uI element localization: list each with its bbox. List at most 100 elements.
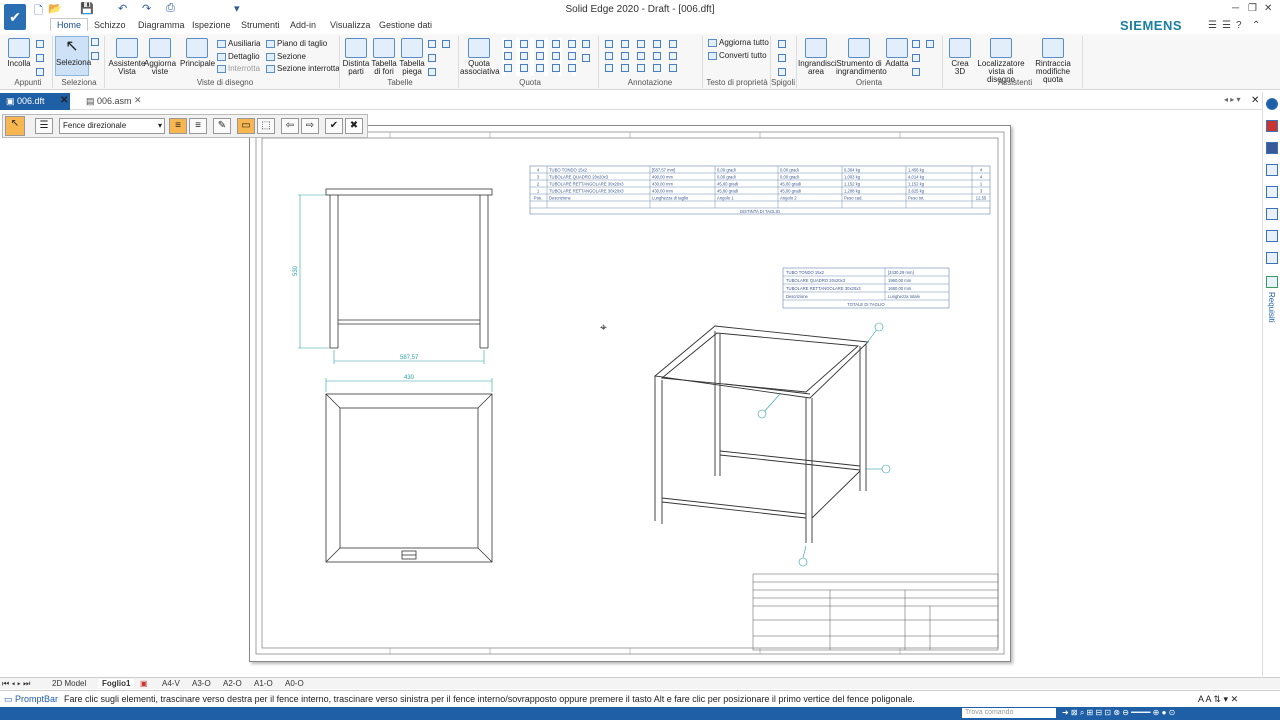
youtube-icon[interactable] [1266, 120, 1278, 132]
close-tab-icon[interactable]: ✕ [134, 95, 142, 106]
accept-icon[interactable]: ✔ [325, 118, 343, 134]
aggiorna-viste-button[interactable]: Aggiorna viste [144, 38, 176, 76]
redo-icon[interactable]: ↷ [142, 2, 151, 15]
requirements-icon[interactable] [1266, 276, 1278, 288]
view-tool-icon-3[interactable] [912, 54, 920, 62]
fence-option-3-icon[interactable]: ✎ [213, 118, 231, 134]
fence-option-2-icon[interactable]: ≡ [189, 118, 207, 134]
sheet-tab-a4-v[interactable]: A4-V [162, 679, 180, 688]
format-painter-icon[interactable] [36, 68, 44, 76]
close-document-icon[interactable]: ✕ [1251, 95, 1259, 106]
help-circle-icon[interactable] [1266, 98, 1278, 110]
polygon-select-icon[interactable]: ⬚ [257, 118, 275, 134]
drawing-sheet[interactable]: 530 587,57 430 4 TUBO TONDO 15x2 [587,57… [249, 125, 1011, 662]
undo-icon[interactable]: ↶ [118, 2, 127, 15]
table-tool-icon[interactable] [428, 40, 436, 48]
copy-icon[interactable] [36, 54, 44, 62]
aggiorna-tutto-button[interactable]: Aggiorna tutto [708, 38, 769, 47]
new-sheet-icon[interactable]: ▣ [140, 679, 148, 688]
principale-button[interactable]: Principale [180, 38, 215, 68]
quota-associativa-button[interactable]: Quota associativa [460, 38, 500, 76]
annotation-tools-grid[interactable] [603, 38, 685, 76]
paste-button[interactable]: Incolla [4, 38, 34, 68]
tabella-piega-button[interactable]: Tabella piega [398, 38, 426, 76]
panel-icon-3[interactable] [1266, 208, 1278, 220]
fence-option-1-icon[interactable]: ≡ [169, 118, 187, 134]
tab-strumenti[interactable]: Strumenti [241, 20, 280, 30]
tab-scroll-icon[interactable]: ◂ ▸ ▾ [1224, 95, 1241, 104]
tabella-fori-button[interactable]: Tabella di fori [370, 38, 398, 76]
piano-taglio-button[interactable]: Piano di taglio [266, 39, 327, 48]
tab-add-in[interactable]: Add-in [290, 20, 316, 30]
sezione-interrotta-button[interactable]: Sezione interrotta [266, 64, 340, 73]
cut-icon[interactable] [36, 40, 44, 48]
sheet-tab-a3-o[interactable]: A3-O [192, 679, 211, 688]
tab-ispezione[interactable]: Ispezione [192, 20, 231, 30]
panel-icon-2[interactable] [1266, 186, 1278, 198]
edge-tool-icon[interactable] [778, 40, 786, 48]
tab-visualizza[interactable]: Visualizza [330, 20, 370, 30]
edge-tool-icon-2[interactable] [778, 54, 786, 62]
ingrandisci-area-button[interactable]: Ingrandisci area [798, 38, 837, 76]
assistente-vista-button[interactable]: Assistente Vista [108, 38, 146, 76]
tab-diagramma[interactable]: Diagramma [138, 20, 185, 30]
facebook-icon[interactable] [1266, 142, 1278, 154]
sheet-tab-a1-o[interactable]: A1-O [254, 679, 273, 688]
forward-arrow-icon[interactable]: ⇨ [301, 118, 319, 134]
close-window-button[interactable]: ✕ [1264, 3, 1272, 14]
ribbon-collapse-icon[interactable]: ⌃ [1252, 20, 1260, 31]
restore-button[interactable]: ❐ [1248, 3, 1257, 14]
table-tool-icon-2[interactable] [442, 40, 450, 48]
open-icon[interactable]: 📂 [48, 2, 62, 15]
tab-gestione-dati[interactable]: Gestione dati [379, 20, 432, 30]
panel-icon[interactable]: ☰ [1222, 20, 1231, 31]
customize-qat-icon[interactable]: ▾ [234, 2, 240, 15]
requirements-label[interactable]: Requisiti [1267, 292, 1276, 323]
panel-icon-5[interactable] [1266, 252, 1278, 264]
dimension-tool-icon-2[interactable] [582, 54, 590, 62]
command-search-input[interactable]: Trova comando [962, 708, 1056, 718]
promptbar-controls-icon[interactable]: A A ⇅ ▾ ✕ [1198, 694, 1238, 705]
interrotta-button[interactable]: Interrotta [217, 64, 260, 73]
doc-tab-006-asm[interactable]: ▤ 006.asm [80, 93, 140, 110]
fence-dropdown[interactable]: Fence direzionale ▾ [59, 118, 165, 134]
adatta-button[interactable]: Adatta [884, 38, 910, 68]
options-icon[interactable]: ☰ [35, 118, 53, 134]
table-tool-icon-4[interactable] [428, 68, 436, 76]
save-icon[interactable]: 💾 [80, 2, 94, 15]
view-tool-icon[interactable] [912, 40, 920, 48]
close-tab-icon[interactable]: ✕ [60, 95, 68, 106]
sheet-tab-2d-model[interactable]: 2D Model [52, 679, 86, 688]
view-tool-icon-4[interactable] [912, 68, 920, 76]
rectangle-select-icon[interactable]: ▭ [237, 118, 255, 134]
help-icon[interactable]: ? [1236, 20, 1242, 31]
select-option-icon-2[interactable] [91, 52, 99, 60]
view-tool-icon-2[interactable] [926, 40, 934, 48]
distinta-parti-button[interactable]: Distinta parti [342, 38, 370, 76]
edge-tool-icon-3[interactable] [778, 68, 786, 76]
tab-schizzo[interactable]: Schizzo [94, 20, 126, 30]
minimize-button[interactable]: ─ [1232, 3, 1239, 14]
sheet-nav-icons[interactable]: ⏮ ◂ ▸ ⏭ [2, 679, 30, 689]
print-icon[interactable]: ⎙ [166, 2, 175, 15]
tab-home[interactable]: Home [50, 18, 89, 31]
select-button[interactable]: ↖ Seleziona [55, 36, 91, 76]
sezione-button[interactable]: Sezione [266, 52, 306, 61]
select-tool-icon[interactable]: ↖ [5, 116, 25, 136]
converti-tutto-button[interactable]: Converti tutto [708, 51, 767, 60]
panel-icon-1[interactable] [1266, 164, 1278, 176]
dimension-tool-icon[interactable] [582, 40, 590, 48]
sheet-tab-foglio1[interactable]: Foglio1 [98, 679, 135, 688]
panel-icon-4[interactable] [1266, 230, 1278, 242]
layout-icon[interactable]: ☰ [1208, 20, 1217, 31]
back-arrow-icon[interactable]: ⇦ [281, 118, 299, 134]
table-tool-icon-3[interactable] [428, 54, 436, 62]
dettaglio-button[interactable]: Dettaglio [217, 52, 260, 61]
select-option-icon[interactable] [91, 38, 99, 46]
ausiliaria-button[interactable]: Ausiliaria [217, 39, 260, 48]
strumento-ingrandimento-button[interactable]: Strumento di ingrandimento [836, 38, 887, 76]
crea-3d-button[interactable]: Crea 3D [946, 38, 974, 76]
view-controls-icons[interactable]: ➜ ⊠ ⌕ ⊞ ⊟ ⊡ ⊗ ⊖ ━━━━ ⊕ ● ⊙ [1062, 708, 1175, 718]
dimension-tools-grid[interactable] [502, 38, 578, 76]
sheet-tab-a0-o[interactable]: A0-O [285, 679, 304, 688]
